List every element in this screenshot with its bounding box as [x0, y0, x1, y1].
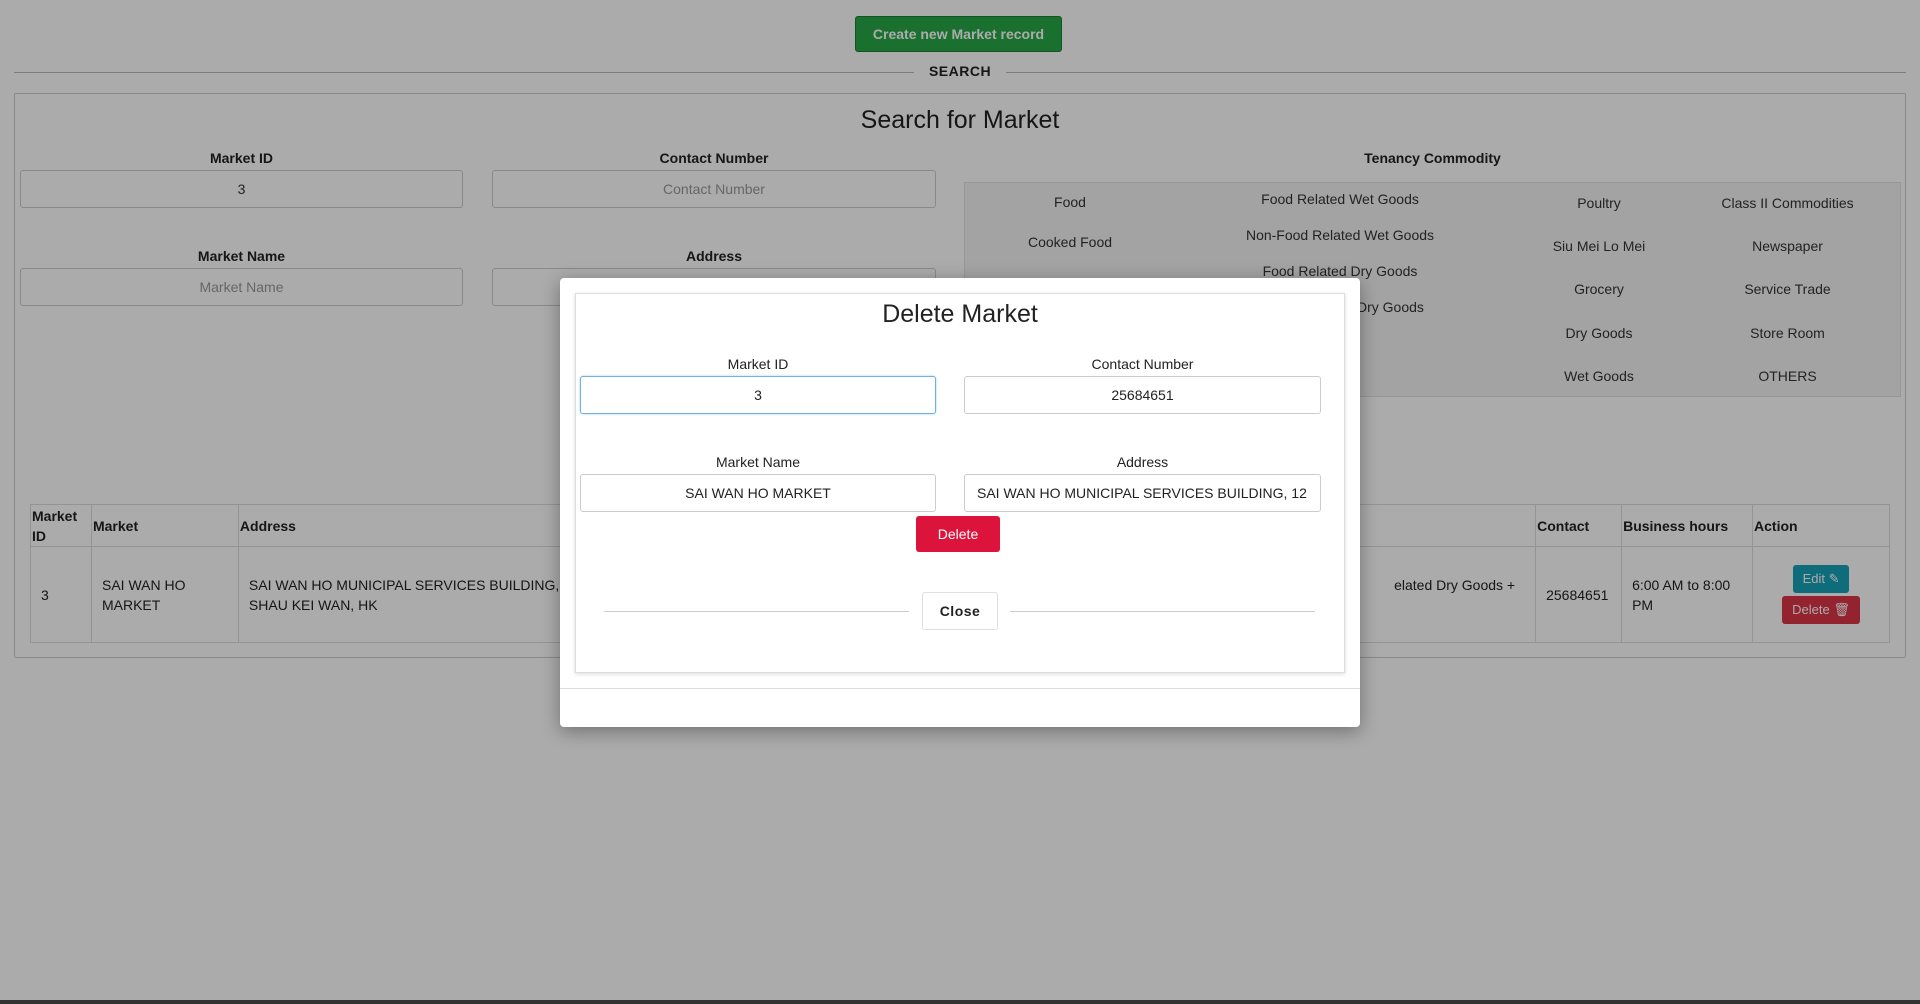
confirm-delete-button[interactable]: Delete	[916, 516, 1000, 552]
modal-title: Delete Market	[882, 300, 1038, 328]
modal-market-id-label: Market ID	[727, 356, 789, 372]
close-divider-left	[604, 611, 909, 612]
modal-contact-label: Contact Number	[1091, 356, 1194, 372]
modal-market-id-input[interactable]	[580, 376, 936, 414]
modal-footer-divider	[560, 688, 1360, 689]
page: Create new Market record SEARCH Search f…	[0, 0, 1920, 1004]
delete-market-modal: Delete Market Market ID Contact Number M…	[560, 278, 1360, 727]
close-divider-right	[1010, 611, 1315, 612]
modal-address-input[interactable]	[964, 474, 1321, 512]
modal-market-name-input[interactable]	[580, 474, 936, 512]
close-button[interactable]: Close	[922, 592, 998, 630]
modal-market-name-label: Market Name	[715, 454, 801, 470]
modal-address-label: Address	[1116, 454, 1169, 470]
modal-contact-input[interactable]	[964, 376, 1321, 414]
backdrop-edge	[0, 1000, 1920, 1004]
